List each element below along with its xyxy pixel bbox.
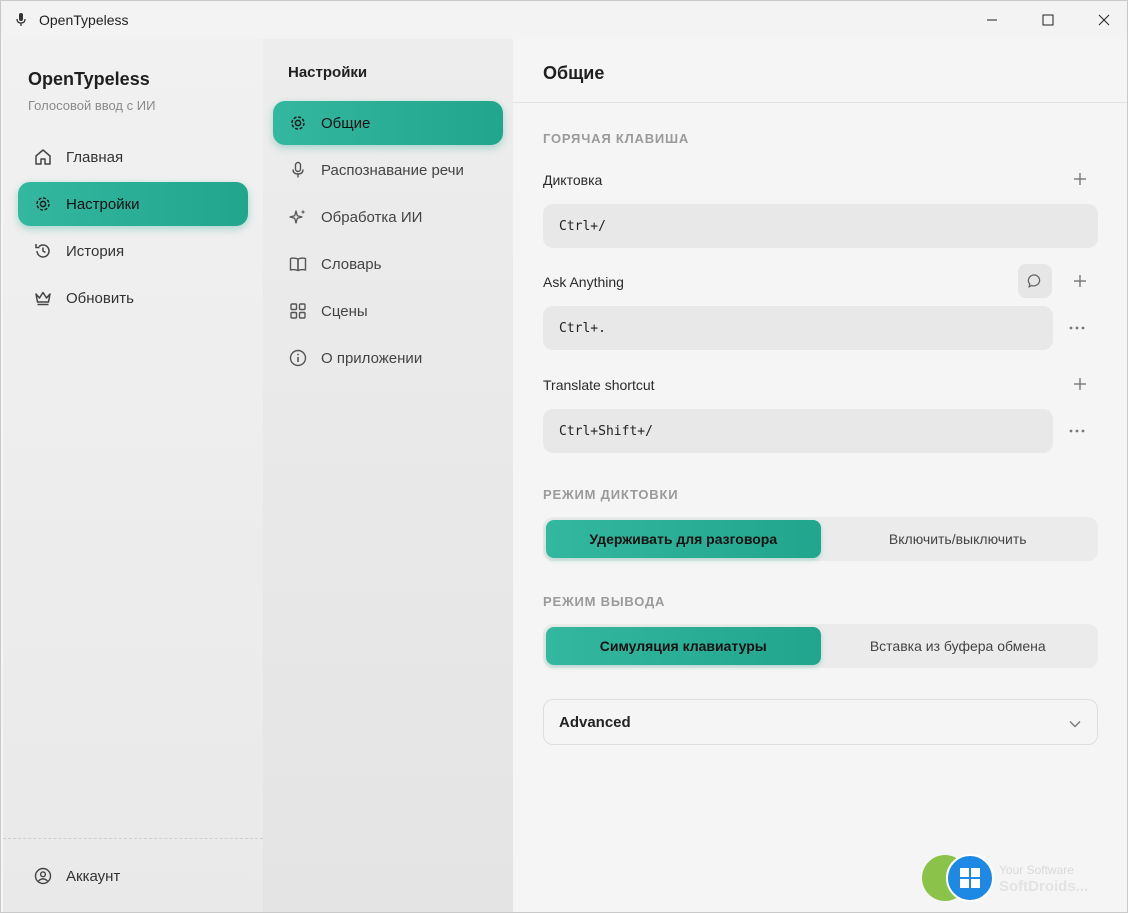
app-subtitle: Голосовой ввод с ИИ [28, 98, 156, 113]
chevron-down-icon [1069, 715, 1081, 732]
crown-icon [33, 288, 53, 308]
sidebar: OpenTypeless Голосовой ввод с ИИ Главная… [3, 39, 263, 912]
grid-icon [288, 301, 308, 321]
sidebar-item-history[interactable]: История [18, 229, 248, 273]
watermark: Your Software SoftDroids... [922, 854, 1122, 906]
advanced-label: Advanced [559, 713, 631, 731]
settings-item-label: Словарь [321, 255, 382, 273]
translate-hotkey-label: Translate shortcut [543, 377, 655, 393]
title-bar: OpenTypeless [1, 1, 1127, 39]
main-header: Общие [513, 39, 1127, 103]
gear-icon [33, 194, 53, 214]
translate-hotkey-field[interactable]: Ctrl+Shift+/ [543, 409, 1053, 453]
maximize-button[interactable] [1025, 1, 1071, 39]
sparkles-icon [288, 207, 308, 227]
settings-item-speech-recognition[interactable]: Распознавание речи [273, 148, 503, 192]
dictation-mode-hold-option[interactable]: Удерживать для разговора [546, 520, 821, 558]
plus-icon [1074, 173, 1086, 185]
account-section: Аккаунт [18, 854, 248, 901]
close-button[interactable] [1081, 1, 1127, 39]
book-icon [288, 254, 308, 274]
settings-item-dictionary[interactable]: Словарь [273, 242, 503, 286]
sidebar-item-label: История [66, 242, 125, 260]
output-mode-keyboard-option[interactable]: Симуляция клавиатуры [546, 627, 821, 665]
minimize-button[interactable] [969, 1, 1015, 39]
sidebar-item-home[interactable]: Главная [18, 135, 248, 179]
ask-anything-more-button[interactable] [1065, 316, 1089, 340]
settings-item-label: О приложении [321, 349, 423, 367]
settings-nav: Настройки Общие Распознавание речи Обраб… [263, 39, 513, 912]
more-dots-icon [1069, 326, 1085, 330]
add-ask-anything-hotkey-button[interactable] [1068, 269, 1092, 293]
sidebar-item-account[interactable]: Аккаунт [18, 854, 248, 898]
hotkey-section-label: Горячая клавиша [543, 131, 690, 146]
main-content: Общие Горячая клавиша Диктовка Ctrl+/ As… [513, 39, 1127, 912]
gear-icon [288, 113, 308, 133]
settings-nav-list: Общие Распознавание речи Обработка ИИ Сл… [273, 101, 503, 383]
close-icon [1098, 14, 1110, 26]
window-title: OpenTypeless [39, 12, 129, 28]
app-brand: OpenTypeless [28, 69, 150, 89]
dictation-mode-section-label: Режим диктовки [543, 487, 679, 502]
settings-item-label: Распознавание речи [321, 161, 464, 179]
settings-item-label: Обработка ИИ [321, 208, 423, 226]
ask-anything-hotkey-field[interactable]: Ctrl+. [543, 306, 1053, 350]
translate-more-button[interactable] [1065, 419, 1089, 443]
user-icon [33, 866, 53, 886]
history-icon [33, 241, 53, 261]
settings-nav-title: Настройки [288, 64, 368, 81]
sidebar-divider [3, 838, 263, 839]
ask-anything-hotkey-label: Ask Anything [543, 274, 624, 290]
watermark-line1: Your Software [999, 863, 1074, 877]
output-mode-section-label: Режим вывода [543, 594, 666, 609]
settings-item-general[interactable]: Общие [273, 101, 503, 145]
watermark-line2: SoftDroids... [999, 878, 1089, 895]
microphone-icon [14, 13, 28, 27]
sidebar-item-upgrade[interactable]: Обновить [18, 276, 248, 320]
chat-button[interactable] [1018, 264, 1052, 298]
dictation-hotkey-label: Диктовка [543, 172, 603, 188]
info-icon [288, 348, 308, 368]
more-dots-icon [1069, 429, 1085, 433]
chat-bubble-icon [1027, 274, 1041, 288]
sidebar-item-label: Настройки [66, 195, 140, 213]
plus-icon [1074, 378, 1086, 390]
maximize-icon [1042, 14, 1054, 26]
settings-item-label: Сцены [321, 302, 368, 320]
dictation-mode-toggle-option[interactable]: Включить/выключить [821, 520, 1096, 558]
dictation-mode-toggle: Удерживать для разговора Включить/выключ… [543, 517, 1098, 561]
sidebar-item-settings[interactable]: Настройки [18, 182, 248, 226]
advanced-accordion[interactable]: Advanced [543, 699, 1098, 745]
dictation-hotkey-field[interactable]: Ctrl+/ [543, 204, 1098, 248]
add-translate-hotkey-button[interactable] [1068, 372, 1092, 396]
minimize-icon [987, 19, 997, 21]
app-window: OpenTypeless OpenTypeless Голосовой ввод… [0, 0, 1128, 913]
settings-item-label: Общие [321, 114, 371, 132]
main-nav: Главная Настройки История Обновить [18, 135, 248, 323]
page-title: Общие [543, 63, 605, 83]
sidebar-item-label: Главная [66, 148, 124, 166]
microphone-icon [288, 160, 308, 180]
add-dictation-hotkey-button[interactable] [1068, 167, 1092, 191]
home-icon [33, 147, 53, 167]
plus-icon [1074, 275, 1086, 287]
settings-item-scenes[interactable]: Сцены [273, 289, 503, 333]
account-label: Аккаунт [66, 867, 121, 885]
windows-logo-icon [946, 854, 994, 902]
settings-item-about[interactable]: О приложении [273, 336, 503, 380]
output-mode-toggle: Симуляция клавиатуры Вставка из буфера о… [543, 624, 1098, 668]
output-mode-clipboard-option[interactable]: Вставка из буфера обмена [821, 627, 1096, 665]
settings-item-ai-processing[interactable]: Обработка ИИ [273, 195, 503, 239]
sidebar-item-label: Обновить [66, 289, 134, 307]
